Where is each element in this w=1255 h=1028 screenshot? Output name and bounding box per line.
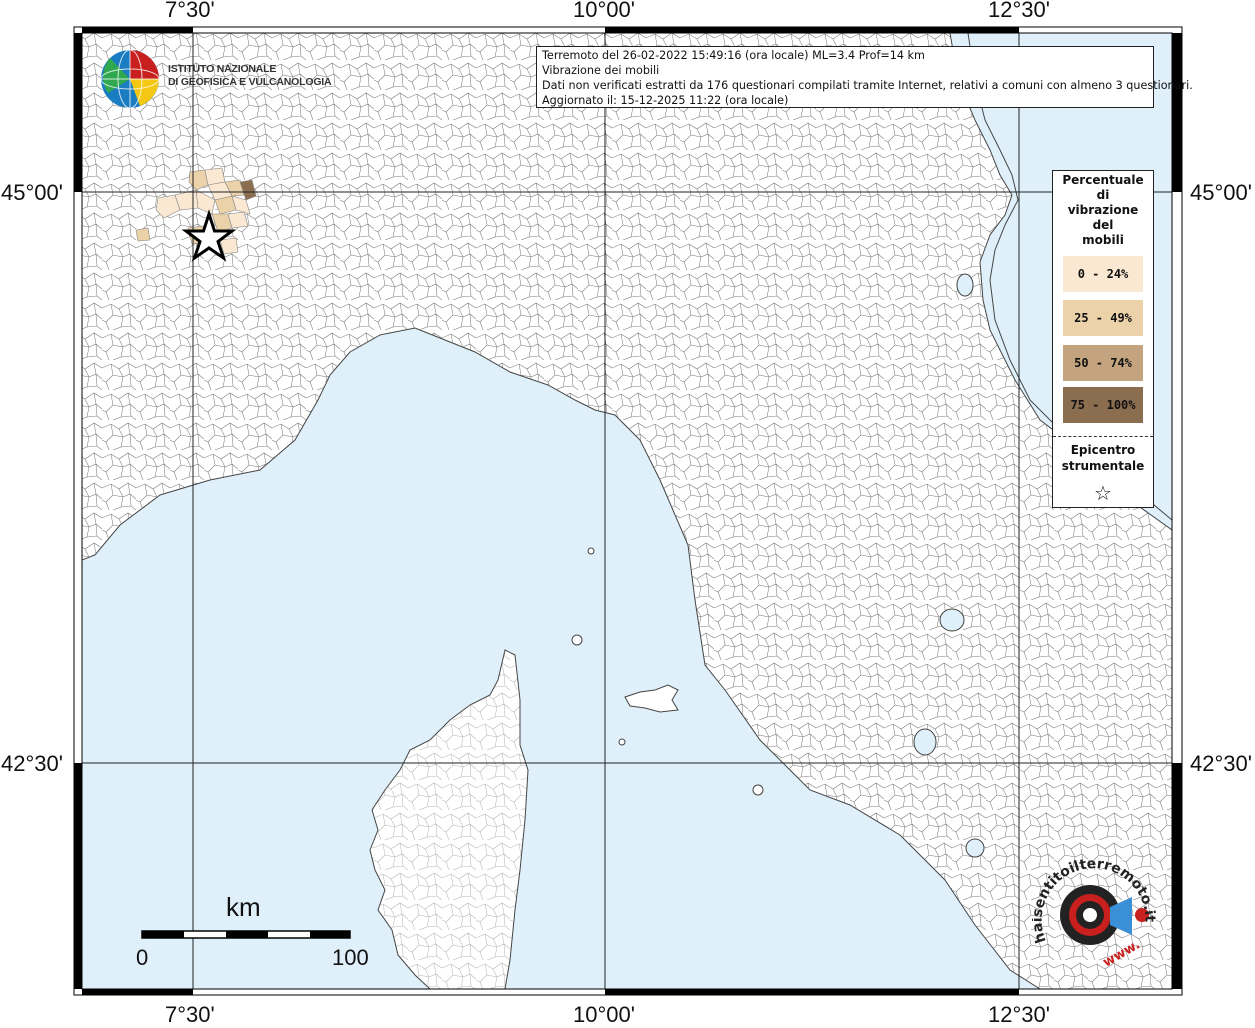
ingv-globe-logo — [100, 49, 160, 109]
island-giglio — [752, 784, 764, 796]
island-pianosa — [618, 738, 626, 746]
scale-max: 100 — [332, 945, 369, 970]
lon-tick-top-3: 12°30' — [988, 0, 1050, 22]
haisentito-www: www. — [1101, 937, 1143, 970]
lon-tick-bottom-2: 10°00' — [573, 1002, 635, 1027]
update-time: Aggiornato il: 15-12-2025 11:22 (ora loc… — [542, 94, 789, 107]
lon-tick-top-2: 10°00' — [573, 0, 635, 22]
legend-title: Percentuale di vibrazione del mobili — [1053, 173, 1153, 248]
legend-item-0-24: 0 - 24% — [1063, 256, 1143, 292]
lon-tick-bottom-1: 7°30' — [165, 1002, 215, 1027]
lon-tick-top-1: 7°30' — [165, 0, 215, 22]
ingv-name-line1: ISTITUTO NAZIONALE — [168, 63, 277, 75]
legend: Percentuale di vibrazione del mobili 0 -… — [1052, 170, 1154, 508]
event-info-box: Terremoto del 26-02-2022 15:49:16 (ora l… — [536, 46, 1193, 108]
lon-tick-bottom-3: 12°30' — [988, 1002, 1050, 1027]
lake-bolsena — [913, 728, 937, 756]
lat-tick-left-1: 45°00' — [1, 180, 63, 205]
legend-item-75-100: 75 - 100% — [1063, 387, 1143, 423]
island-gorgona — [587, 547, 595, 555]
legend-title-line: mobili — [1082, 233, 1124, 247]
scale-bar — [141, 930, 351, 939]
legend-epicenter-line: Epicentro — [1070, 443, 1136, 457]
legend-title-line: di — [1096, 188, 1110, 202]
lake-bracciano — [965, 838, 985, 858]
lake-valli — [956, 273, 974, 297]
legend-title-line: Percentuale — [1062, 173, 1144, 187]
scale-min: 0 — [136, 945, 149, 970]
legend-item-25-49: 25 - 49% — [1063, 300, 1143, 336]
haisentito-logo: haisentitoilterremoto.it www. — [1032, 856, 1158, 970]
ingv-name: ISTITUTO NAZIONALE DI GEOFISICA E VULCAN… — [168, 63, 332, 89]
map-subject: Vibrazione dei mobili — [542, 64, 660, 77]
event-details: Terremoto del 26-02-2022 15:49:16 (ora l… — [542, 49, 925, 62]
legend-epicenter-label: Epicentro strumentale — [1053, 442, 1153, 474]
legend-title-line: vibrazione — [1067, 203, 1139, 217]
legend-star-icon: ☆ — [1094, 481, 1112, 505]
legend-divider — [1053, 436, 1153, 437]
ingv-name-line2: DI GEOFISICA E VULCANOLOGIA — [168, 76, 332, 88]
island-capraia — [571, 634, 583, 646]
legend-item-50-74: 50 - 74% — [1063, 345, 1143, 381]
lat-tick-right-2: 42°30' — [1190, 751, 1252, 776]
legend-epicenter-line: strumentale — [1061, 459, 1145, 473]
lat-tick-left-2: 42°30' — [1, 751, 63, 776]
data-note: Dati non verificati estratti da 176 ques… — [542, 79, 1193, 92]
legend-title-line: del — [1092, 218, 1114, 232]
lat-tick-right-1: 45°00' — [1190, 180, 1252, 205]
lake-trasimeno — [939, 608, 965, 632]
scale-unit: km — [226, 892, 261, 922]
